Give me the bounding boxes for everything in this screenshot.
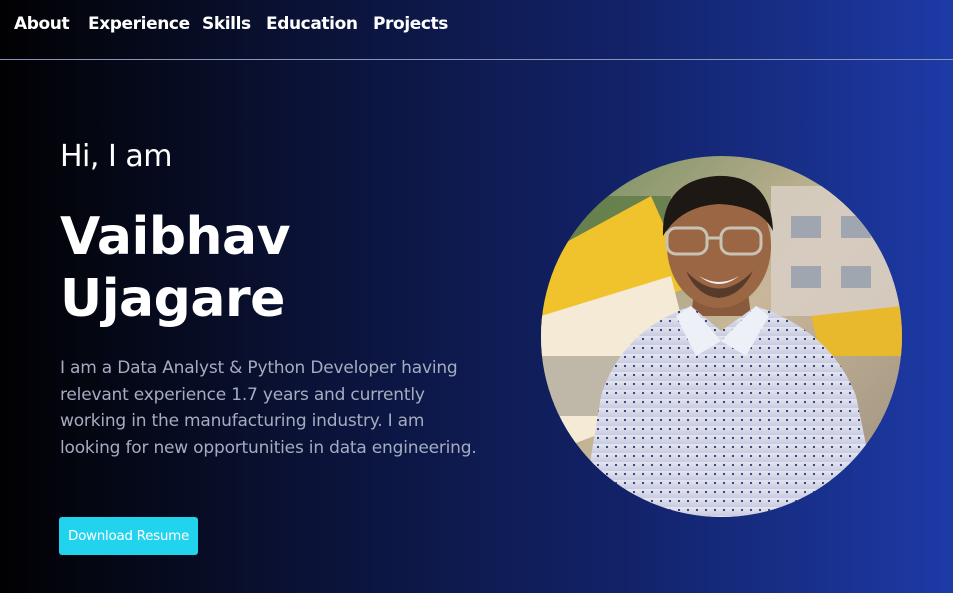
- hero-name-first: Vaibhav: [60, 207, 291, 267]
- nav-link-education[interactable]: Education: [266, 14, 358, 34]
- nav-link-experience[interactable]: Experience: [88, 14, 190, 34]
- nav-link-projects[interactable]: Projects: [373, 14, 448, 34]
- profile-photo-avatar: [541, 156, 902, 517]
- hero-greeting: Hi, I am: [60, 139, 172, 174]
- profile-photo-icon: [541, 156, 902, 517]
- hero-name-last: Ujagare: [60, 269, 285, 329]
- nav-link-skills[interactable]: Skills: [202, 14, 251, 34]
- hero-bio: I am a Data Analyst & Python Developer h…: [60, 358, 477, 458]
- top-navbar: About Experience Skills Education Projec…: [0, 0, 953, 60]
- download-resume-button[interactable]: Download Resume: [59, 517, 198, 555]
- hero-name: Vaibhav Ujagare: [60, 206, 291, 330]
- nav-link-about[interactable]: About: [14, 14, 70, 34]
